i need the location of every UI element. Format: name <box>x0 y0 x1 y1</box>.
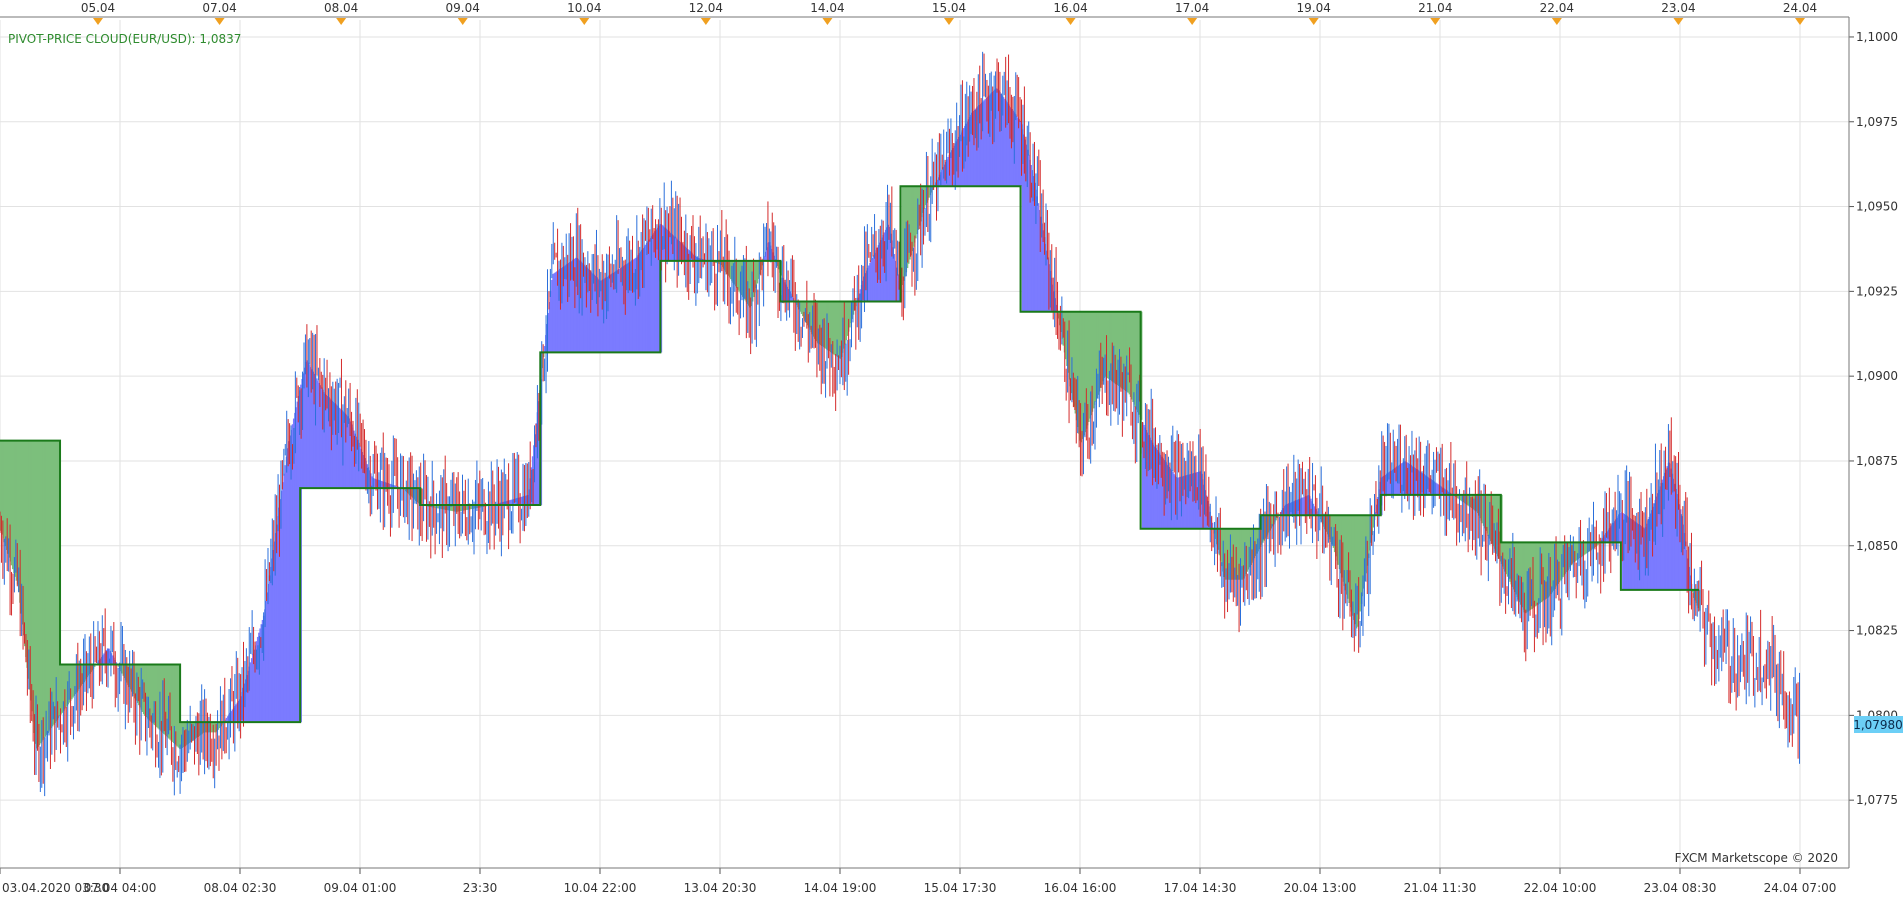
x-tick-label: 14.04 19:00 <box>804 881 877 895</box>
top-date-label: 21.04 <box>1418 1 1452 15</box>
top-date-label: 14.04 <box>810 1 844 15</box>
current-price-badge: 1,07980 <box>1853 716 1903 733</box>
x-tick-label: 10.04 22:00 <box>564 881 637 895</box>
current-price-label: 1,07980 <box>1853 718 1903 732</box>
top-date-label: 07.04 <box>202 1 236 15</box>
y-tick-label: 1,0775 <box>1856 793 1898 807</box>
y-tick-label: 1,0925 <box>1856 284 1898 298</box>
x-tick-label: 13.04 20:30 <box>684 881 757 895</box>
x-tick-label: 16.04 16:00 <box>1044 881 1117 895</box>
top-date-label: 10.04 <box>567 1 601 15</box>
y-tick-label: 1,0975 <box>1856 115 1898 129</box>
x-tick-label: 09.04 01:00 <box>324 881 397 895</box>
top-date-label: 15.04 <box>932 1 966 15</box>
x-tick-label: 22.04 10:00 <box>1524 881 1597 895</box>
y-tick-label: 1,0900 <box>1856 369 1898 383</box>
top-date-label: 12.04 <box>689 1 723 15</box>
chart-credit: FXCM Marketscope © 2020 <box>1675 851 1838 865</box>
top-date-label: 19.04 <box>1297 1 1331 15</box>
top-date-label: 16.04 <box>1053 1 1087 15</box>
top-date-label: 17.04 <box>1175 1 1209 15</box>
x-tick-label: 24.04 07:00 <box>1764 881 1837 895</box>
x-tick-label: 08.04 02:30 <box>204 881 277 895</box>
x-tick-label: 17.04 14:30 <box>1164 881 1237 895</box>
x-tick-label: 15.04 17:30 <box>924 881 997 895</box>
top-date-label: 22.04 <box>1540 1 1574 15</box>
y-tick-label: 1,1000 <box>1856 30 1898 44</box>
y-tick-label: 1,0850 <box>1856 539 1898 553</box>
top-date-label: 08.04 <box>324 1 358 15</box>
x-tick-label: 23.04 08:30 <box>1644 881 1717 895</box>
y-tick-label: 1,0950 <box>1856 200 1898 214</box>
x-tick-label: 23:30 <box>463 881 498 895</box>
x-tick-label: 07.04 04:00 <box>84 881 157 895</box>
top-date-label: 09.04 <box>446 1 480 15</box>
price-chart: 1,07751,08001,08251,08501,08751,09001,09… <box>0 0 1903 900</box>
top-date-label: 24.04 <box>1783 1 1817 15</box>
x-tick-label: 21.04 11:30 <box>1404 881 1477 895</box>
chart-title: PIVOT-PRICE CLOUD(EUR/USD): 1,0837 <box>8 32 241 46</box>
y-tick-label: 1,0875 <box>1856 454 1898 468</box>
top-date-label: 23.04 <box>1661 1 1695 15</box>
x-tick-label: 20.04 13:00 <box>1284 881 1357 895</box>
top-date-label: 05.04 <box>81 1 115 15</box>
y-tick-label: 1,0825 <box>1856 624 1898 638</box>
